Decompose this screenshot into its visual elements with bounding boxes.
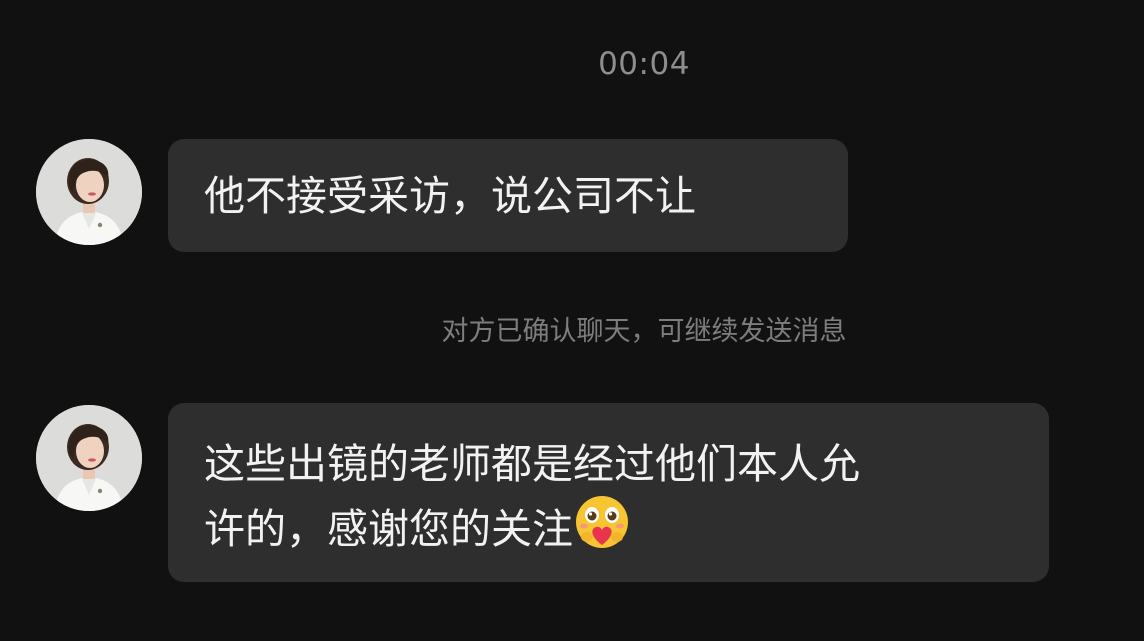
message-timestamp: 00:04 — [598, 46, 690, 82]
contact-avatar[interactable] — [36, 405, 142, 511]
woman-portrait-icon — [36, 405, 142, 511]
contact-avatar[interactable] — [36, 139, 142, 245]
woman-portrait-icon — [36, 139, 142, 245]
message-bubble[interactable]: 这些出镜的老师都是经过他们本人允 许的，感谢您的关注 — [168, 403, 1049, 582]
message-text: 许的，感谢您的关注 — [204, 505, 573, 553]
message-text-line: 许的，感谢您的关注 — [204, 493, 1019, 558]
message-text: 他不接受采访，说公司不让 — [204, 172, 696, 220]
heart-hug-emoji-icon — [576, 496, 628, 548]
message-bubble[interactable]: 他不接受采访，说公司不让 — [168, 139, 848, 252]
system-notice: 对方已确认聊天，可继续发送消息 — [441, 316, 847, 347]
message-text-line: 这些出镜的老师都是经过他们本人允 — [204, 440, 860, 488]
chat-screen: 00:04 他不接受采访，说公司不让 对方已确认聊天，可继续发送消息 这些出镜的… — [0, 0, 1144, 641]
